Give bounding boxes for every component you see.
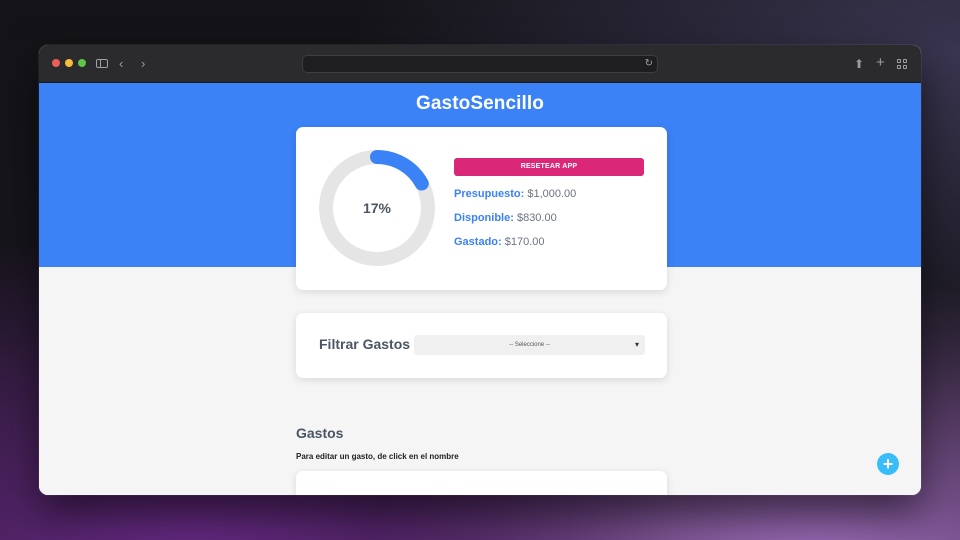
page-content: GastoSencillo 17% RESETEAR APP Presupues… [39, 83, 921, 495]
budget-stat: Presupuesto: $1,000.00 [454, 188, 576, 200]
reload-icon[interactable]: ↻ [645, 56, 653, 72]
filter-label: Filtrar Gastos [319, 336, 411, 352]
disponible-label: Disponible: [454, 212, 514, 224]
expenses-hint: Para editar un gasto, de click en el nom… [296, 452, 459, 461]
filter-selected-option: -- Seleccione -- [509, 342, 550, 348]
close-window-button[interactable] [52, 59, 60, 67]
forward-icon[interactable]: › [141, 54, 145, 74]
reset-app-button[interactable]: RESETEAR APP [454, 158, 644, 176]
new-tab-icon[interactable]: + [876, 53, 885, 73]
browser-window: ‹ › ↻ ⬆ + GastoSencillo 17% RESETEAR APP… [39, 45, 921, 495]
minimize-window-button[interactable] [65, 59, 73, 67]
share-icon[interactable]: ⬆ [854, 54, 864, 74]
budget-card: 17% RESETEAR APP Presupuesto: $1,000.00 … [296, 127, 667, 290]
presupuesto-label: Presupuesto: [454, 188, 525, 200]
app-title: GastoSencillo [415, 93, 544, 114]
sidebar-toggle-icon[interactable] [96, 59, 108, 68]
spent-stat: Gastado: $170.00 [454, 236, 545, 248]
disponible-value: $830.00 [516, 212, 557, 224]
presupuesto-value: $1,000.00 [527, 188, 577, 200]
gastado-value: $170.00 [504, 236, 545, 248]
filter-select[interactable]: -- Seleccione -- ▾ [414, 335, 645, 355]
address-bar[interactable]: ↻ [302, 55, 658, 73]
available-stat: Disponible: $830.00 [454, 212, 557, 224]
add-expense-button[interactable]: + [877, 453, 899, 475]
back-icon[interactable]: ‹ [119, 54, 123, 74]
chevron-down-icon: ▾ [634, 340, 639, 349]
expenses-title: Gastos [296, 425, 344, 441]
gastado-label: Gastado: [454, 236, 502, 248]
expense-list-card [296, 471, 667, 495]
zoom-window-button[interactable] [78, 59, 86, 67]
progress-percent-label: 17% [362, 200, 392, 216]
filter-card: Filtrar Gastos -- Seleccione -- ▾ [296, 313, 667, 378]
browser-toolbar: ‹ › ↻ ⬆ + [39, 45, 921, 83]
tab-overview-icon[interactable] [897, 59, 907, 69]
